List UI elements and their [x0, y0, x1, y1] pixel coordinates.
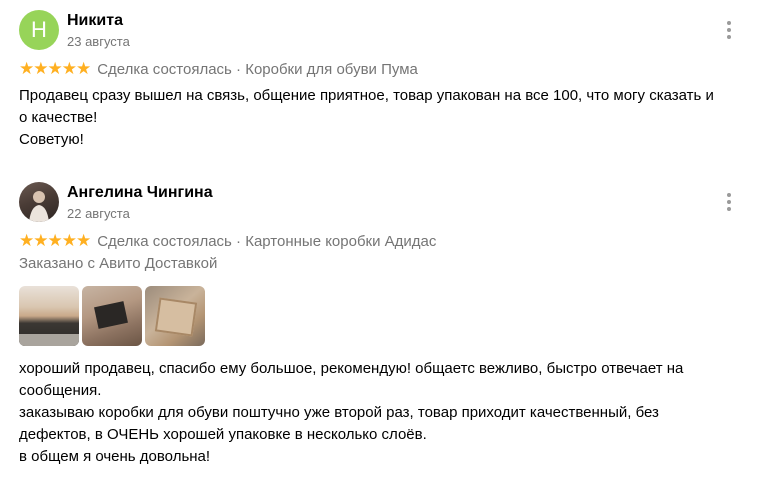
- review-photo-thumbnail[interactable]: [19, 286, 79, 346]
- avatar[interactable]: [19, 182, 59, 222]
- review-photo-thumbnail[interactable]: [82, 286, 142, 346]
- review-text-line: заказываю коробки для обуви поштучно уже…: [19, 404, 659, 421]
- more-options-button[interactable]: [721, 191, 737, 213]
- review-card: Ангелина Чингина 22 августа ★★★★★ Сделка…: [0, 0, 758, 485]
- more-vertical-icon: [727, 193, 731, 197]
- review-photos: [19, 286, 205, 346]
- deal-info: Сделка состоялась · Картонные коробки Ад…: [97, 232, 437, 250]
- rating-stars: ★★★★★: [19, 231, 91, 250]
- review-text-line: в общем я очень довольна!: [19, 448, 211, 465]
- delivery-note: Заказано с Авито Доставкой: [19, 255, 218, 272]
- review-text: хороший продавец, спасибо ему большое, р…: [19, 358, 739, 468]
- review-text-line: хороший продавец, спасибо ему большое, р…: [19, 360, 684, 377]
- review-photo-thumbnail[interactable]: [145, 286, 205, 346]
- review-text-line: сообщения.: [19, 382, 102, 399]
- reviewer-name[interactable]: Ангелина Чингина: [67, 184, 213, 202]
- review-meta: ★★★★★ Сделка состоялась · Картонные коро…: [19, 231, 436, 251]
- person-photo-icon: [29, 191, 49, 222]
- review-text-line: дефектов, в ОЧЕНЬ хорошей упаковке в нес…: [19, 426, 427, 443]
- review-date: 22 августа: [67, 206, 130, 221]
